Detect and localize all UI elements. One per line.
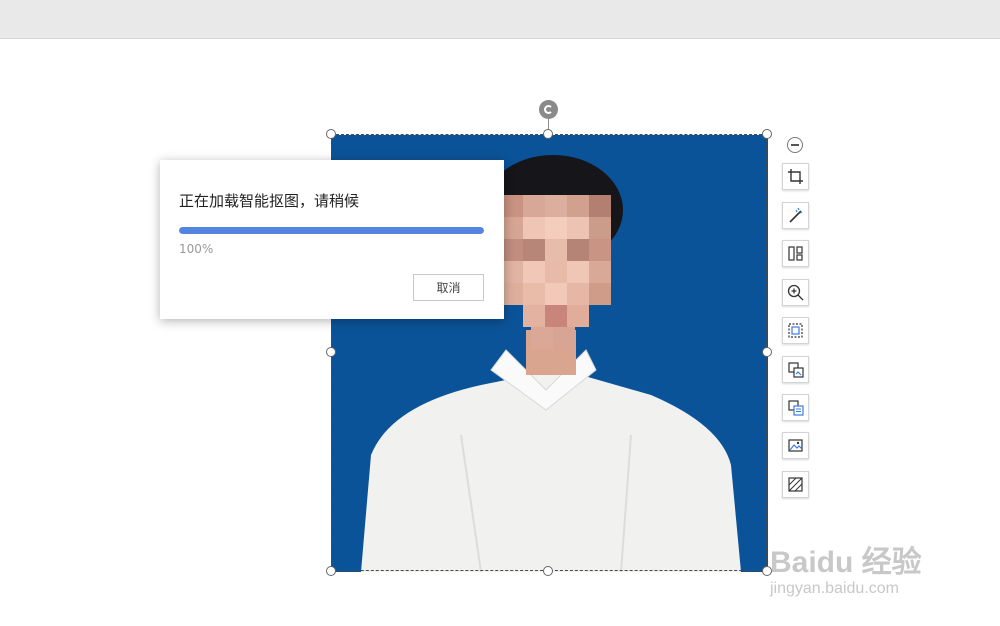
collapse-toolbar-icon[interactable]	[787, 137, 803, 153]
zoom-in-icon	[787, 284, 804, 301]
replace-image-icon	[788, 362, 804, 378]
border-style-button[interactable]	[782, 471, 809, 498]
picture-adjust-icon	[788, 439, 803, 452]
border-style-icon	[788, 477, 803, 492]
picture-adjust-button[interactable]	[782, 432, 809, 459]
app-top-bar	[0, 0, 1000, 39]
crop-icon	[788, 169, 803, 184]
split-image-button[interactable]	[782, 240, 809, 267]
crop-button[interactable]	[782, 163, 809, 190]
baidu-watermark: Baidu 经验	[770, 546, 922, 579]
zoom-in-button[interactable]	[782, 279, 809, 306]
dialog-title: 正在加载智能抠图，请稍候	[179, 192, 360, 210]
pixelated-face	[501, 195, 611, 349]
split-image-icon	[788, 246, 803, 261]
magic-wand-icon	[789, 207, 803, 223]
resize-handle-top[interactable]	[543, 129, 553, 139]
progress-bar	[179, 227, 484, 234]
resize-handle-left[interactable]	[326, 347, 336, 357]
rotate-handle-icon[interactable]	[539, 100, 558, 119]
resize-handle-right[interactable]	[762, 347, 772, 357]
resize-handle-bottom-left[interactable]	[326, 566, 336, 576]
smart-cutout-button[interactable]	[782, 202, 809, 229]
fit-frame-button[interactable]	[782, 317, 809, 344]
resize-handle-top-left[interactable]	[326, 129, 336, 139]
replace-image-button[interactable]	[782, 356, 809, 383]
cancel-button[interactable]: 取消	[413, 274, 484, 301]
progress-fill	[179, 227, 484, 234]
convert-image-icon	[788, 400, 804, 416]
resize-handle-top-right[interactable]	[762, 129, 772, 139]
smart-cutout-loading-dialog: 正在加载智能抠图，请稍候 100% 取消	[160, 160, 504, 319]
fit-frame-icon	[788, 323, 803, 338]
resize-handle-bottom[interactable]	[543, 566, 553, 576]
baidu-watermark-url: jingyan.baidu.com	[770, 580, 899, 597]
convert-image-button[interactable]	[782, 394, 809, 421]
progress-text: 100%	[179, 242, 214, 256]
